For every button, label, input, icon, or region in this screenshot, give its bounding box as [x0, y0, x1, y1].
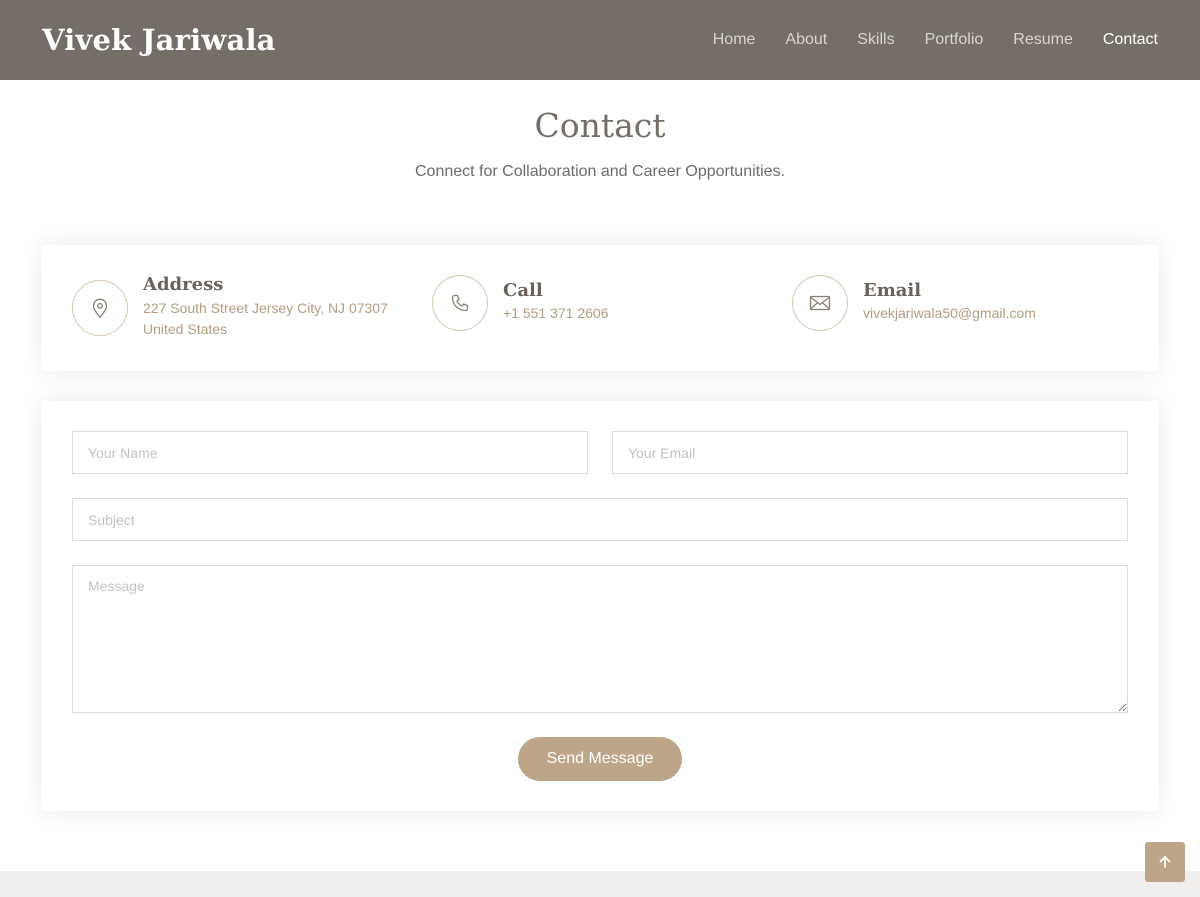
nav-skills[interactable]: Skills: [857, 31, 894, 49]
message-textarea[interactable]: [72, 565, 1128, 713]
section-subtitle: Connect for Collaboration and Career Opp…: [415, 163, 785, 180]
call-item: Call +1 551 371 2606: [432, 245, 762, 371]
nav-resume[interactable]: Resume: [1013, 31, 1073, 49]
send-message-button[interactable]: Send Message: [518, 737, 682, 781]
email-title: Email: [863, 280, 922, 301]
nav-portfolio[interactable]: Portfolio: [925, 31, 984, 49]
address-line2: United States: [143, 321, 228, 337]
arrow-up-icon: [1159, 856, 1171, 868]
map-pin-icon: [72, 280, 128, 336]
subject-input[interactable]: [72, 498, 1128, 541]
call-number[interactable]: +1 551 371 2606: [503, 303, 609, 324]
nav-contact[interactable]: Contact: [1103, 31, 1158, 49]
phone-icon: [432, 275, 488, 331]
address-item: Address 227 South Street Jersey City, NJ…: [72, 245, 412, 371]
address-title: Address: [143, 274, 224, 295]
site-header: Vivek Jariwala Home About Skills Portfol…: [0, 0, 1200, 80]
contact-form: Send Message: [42, 401, 1158, 811]
email-address[interactable]: vivekjariwala50@gmail.com: [863, 303, 1036, 324]
envelope-icon: [792, 275, 848, 331]
email-item: Email vivekjariwala50@gmail.com: [792, 245, 1132, 371]
back-to-top-button[interactable]: [1145, 842, 1185, 882]
address-line1: 227 South Street Jersey City, NJ 07307: [143, 300, 388, 316]
contact-info-card: Address 227 South Street Jersey City, NJ…: [42, 245, 1158, 371]
site-logo[interactable]: Vivek Jariwala: [42, 23, 276, 57]
footer-strip: [0, 871, 1200, 897]
email-input[interactable]: [612, 431, 1128, 474]
name-input[interactable]: [72, 431, 588, 474]
section-title: Contact: [534, 106, 666, 145]
nav-home[interactable]: Home: [713, 31, 756, 49]
nav-about[interactable]: About: [785, 31, 827, 49]
main-nav: Home About Skills Portfolio Resume Conta…: [683, 31, 1158, 49]
call-title: Call: [503, 280, 543, 301]
